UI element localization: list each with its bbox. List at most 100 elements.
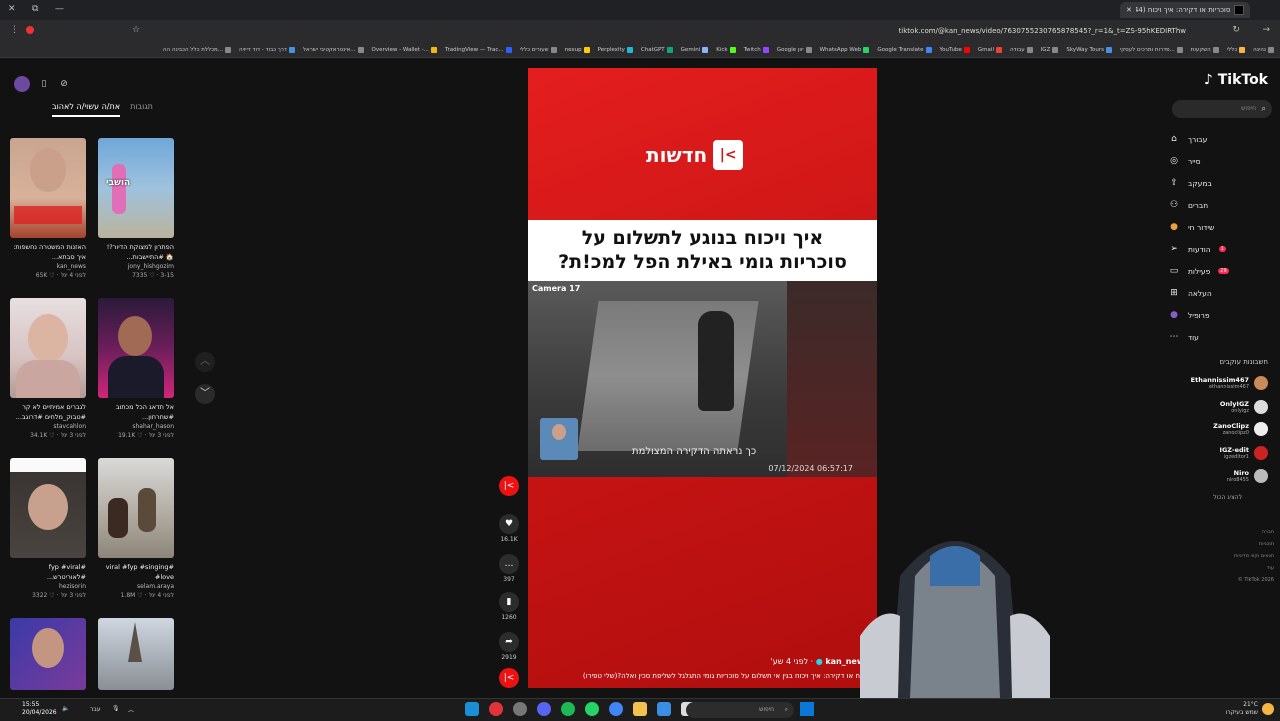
previous-video-button[interactable]: ︿ [195,352,215,372]
bookmark-item[interactable]: אינטראקטיבי ישראל... [303,46,364,53]
tiktok-logo[interactable]: ♪ TikTok [1204,72,1268,88]
bookmark-item[interactable]: Google יוון [777,46,812,53]
avatar[interactable] [1254,376,1268,390]
video-author[interactable]: kan_news [10,262,86,271]
avatar[interactable] [1254,446,1268,460]
video-title[interactable]: האזנות המשטרה נחשפות: איך סבתא... [10,242,86,262]
browser-tab-active[interactable]: סוכריות או דקירה: איך ויכוח (44) ✕ [1120,2,1250,18]
minimize-window-icon[interactable]: — [55,4,64,14]
save-button[interactable]: ▮ 1260 [498,592,520,621]
video-thumbnail[interactable] [98,618,174,690]
like-button[interactable]: ♥ 16.1K [498,514,520,543]
footer-link[interactable]: תוכניות [1234,538,1274,550]
bookmark-item[interactable]: דרך כבוד - דוד דייויה [239,46,295,53]
tab-comments[interactable]: תגובות [130,102,153,117]
bookmark-item[interactable]: Kick [716,46,736,53]
bookmark-item[interactable]: SkyWay Tours [1066,46,1112,53]
nav-friends[interactable]: ⚇ חברים [1168,194,1268,216]
video-card[interactable]: #viral #fyp #singing #love selam.araya ל… [98,458,174,600]
nav-for-you[interactable]: ⌂ עבורך [1168,128,1268,150]
following-account[interactable]: IGZ-edit igzeditor1 [1220,446,1268,460]
file-explorer-icon[interactable] [633,702,647,716]
nav-activity[interactable]: ▭ פעילות 29 [1168,260,1268,282]
following-account[interactable]: Ethannissim467 ethannissim467 [1191,376,1268,390]
nav-explore[interactable]: ◎ סייר [1168,150,1268,172]
bookmark-icon[interactable]: ▮ [499,592,519,612]
discord-icon[interactable] [537,702,551,716]
nav-following[interactable]: ⇪ במעקב [1168,172,1268,194]
bookmark-item[interactable]: Perplexity [598,46,633,53]
restore-window-icon[interactable]: ⧉ [32,4,38,14]
phone-icon[interactable]: ▯ [38,78,50,90]
bookmark-item[interactable]: Gemini [681,46,709,53]
bookmark-item[interactable]: WhatsApp Web [820,46,870,53]
creator-avatar[interactable]: |< [498,476,520,496]
app-icon[interactable] [513,702,527,716]
tab-you-may-like[interactable]: את/ה עשוי/ה לאהוב [52,102,121,117]
avatar[interactable] [14,76,30,92]
address-bar[interactable]: tiktok.com/@kan_news/video/7630755230765… [140,23,1190,39]
video-thumbnail[interactable] [98,458,174,558]
nav-messages[interactable]: ➢ הודעות 1 [1168,238,1268,260]
video-author[interactable]: shahar_hason [98,422,174,431]
bookmark-item[interactable]: Overview - Wallet -... [372,46,437,53]
video-title[interactable]: #viral #fyp #singing #love [98,562,174,582]
video-title[interactable]: לגברים אמיתיים לא קר #טבוק_מלחים #דרוגב.… [10,402,86,422]
video-title[interactable]: #fyp #viral #לאוריטרש... [10,562,86,582]
search-icon[interactable]: ⌕ [1262,100,1266,118]
nav-profile[interactable]: ● פרופיל [1168,304,1268,326]
avatar[interactable] [1254,469,1268,483]
video-title[interactable]: אל תדאג הכל מכתוב #שחרחון... [98,402,174,422]
tray-expand-icon[interactable]: ︿ [128,705,134,714]
video-card[interactable]: לגברים אמיתיים לא קר #טבוק_מלחים #דרוגב.… [10,298,86,440]
bookmark-item[interactable]: מכללת כלל הכבינה הה... [163,46,231,53]
nav-upload[interactable]: ⊞ העלאה [1168,282,1268,304]
sound-disc-icon[interactable]: |< [499,668,519,688]
video-thumbnail[interactable] [10,458,86,558]
video-card[interactable]: האזנות המשטרה נחשפות: איך סבתא... kan_ne… [10,138,86,280]
bookmark-star-icon[interactable]: ☆ [132,25,140,35]
video-thumbnail[interactable] [10,138,86,238]
tab-close-icon[interactable]: ✕ [1126,6,1132,14]
bookmark-item[interactable]: Google Translate [877,46,932,53]
following-account[interactable]: OnlyIGZ onlyigz [1220,400,1268,414]
app-icon[interactable] [657,702,671,716]
share-icon[interactable]: ➦ [499,632,519,652]
whatsapp-icon[interactable] [585,702,599,716]
extension-icon[interactable] [26,26,34,34]
app-icon[interactable] [489,702,503,716]
footer-link[interactable]: תנאים וקווי מדיניות [1234,550,1274,562]
nav-more[interactable]: ⋯ עוד [1168,326,1268,348]
video-author[interactable]: stavcahlon [10,422,86,431]
settings-icon[interactable]: ⊘ [58,78,70,90]
bookmark-item[interactable]: עבודה [1010,46,1033,53]
video-thumbnail[interactable] [10,618,86,690]
footer-link[interactable]: חברה [1234,526,1274,538]
volume-icon[interactable]: 🔈 [62,705,69,712]
chrome-icon[interactable] [609,702,623,716]
video-thumbnail[interactable] [10,298,86,398]
windows-start-icon[interactable] [800,702,814,716]
menu-dots-icon[interactable]: ⋮ [10,25,19,35]
search-input[interactable]: חיפוש ⌕ [1172,100,1272,118]
share-button[interactable]: ➦ 2919 [498,632,520,661]
microphone-icon[interactable]: 🎙 [112,705,120,712]
sound-avatar[interactable]: |< [498,668,520,688]
next-video-button[interactable]: ﹀ [195,384,215,404]
language-indicator[interactable]: עבר [90,706,101,713]
bookmark-item[interactable]: YouTube [940,46,970,53]
taskbar-search[interactable]: חיפוש ⌕ [686,702,794,718]
avatar[interactable] [1254,422,1268,436]
clock[interactable]: 15:55 20/04/2026 [22,701,57,717]
bookmark-item[interactable]: TradingView — Trac... [445,46,512,53]
bookmark-item[interactable]: שעורים כללי [520,46,557,53]
reload-icon[interactable]: ↻ [1232,25,1240,35]
bookmark-item[interactable]: nexup [565,46,590,53]
video-player[interactable]: חדשות |< איך ויכוח בנוגע לתשלום על סוכרי… [528,68,877,688]
video-author[interactable]: selam.araya [98,582,174,591]
bookmark-item[interactable]: Twitch [744,46,769,53]
nav-live[interactable]: ● שידור חי [1168,216,1268,238]
video-card[interactable]: הושבי הפתרון למצוקת הדיור?! 🏠 #התיישבות.… [98,138,174,280]
video-card[interactable]: #fyp #viral #לאוריטרש... hezisorin לפני … [10,458,86,600]
bookmark-item[interactable]: IGZ [1041,46,1059,53]
